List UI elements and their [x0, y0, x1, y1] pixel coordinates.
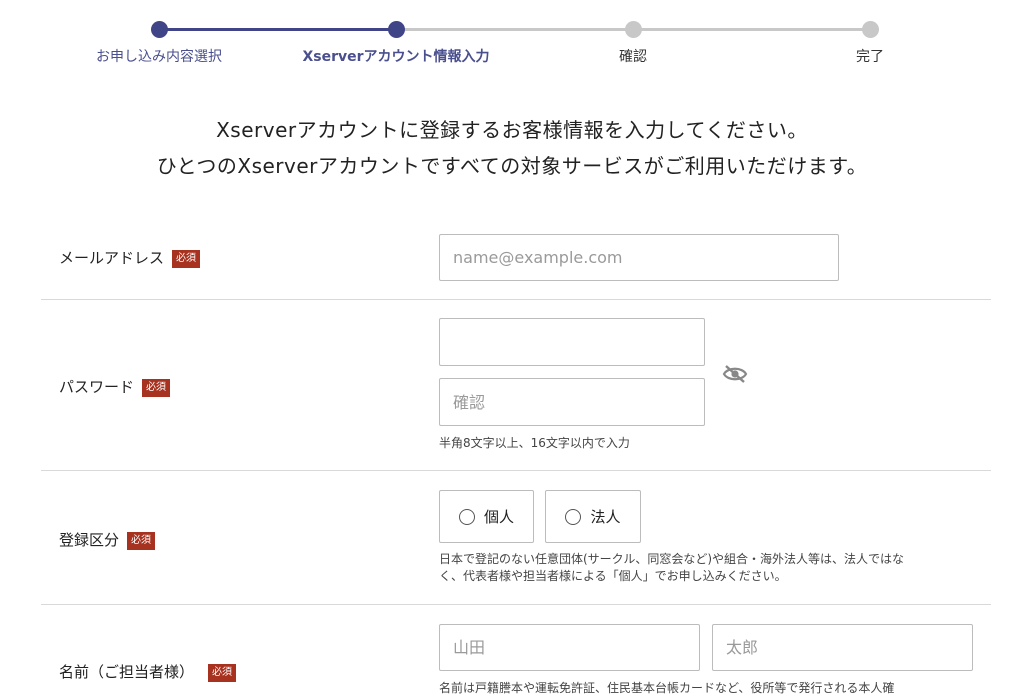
password-label: パスワード 必須: [59, 376, 171, 397]
name-label: 名前（ご担当者様） 必須: [59, 661, 237, 682]
radio-corporate[interactable]: 法人: [545, 490, 641, 543]
step-label-1: お申し込み内容選択: [96, 49, 222, 65]
required-badge: 必須: [142, 378, 171, 397]
step-dot-2: [388, 21, 405, 38]
name-hint: 名前は戸籍謄本や運転免許証、住民基本台帳カードなど、役所等で発行される本人確: [439, 681, 895, 695]
stepper-line-done: [159, 28, 396, 31]
radio-individual-label: 個人: [483, 508, 514, 526]
step-label-3: 確認: [619, 49, 647, 65]
progress-stepper: お申し込み内容選択 Xserverアカウント情報入力 確認 完了: [0, 0, 1024, 80]
step-dot-3: [625, 21, 642, 38]
first-name-field[interactable]: [712, 624, 973, 671]
intro-line-2: ひとつのXserverアカウントですべての対象サービスがご利用いただけます。: [156, 154, 868, 178]
intro-text: Xserverアカウントに登録するお客様情報を入力してください。 ひとつのXse…: [0, 112, 1024, 184]
step-label-4: 完了: [856, 49, 884, 65]
last-name-field[interactable]: [439, 624, 700, 671]
step-label-2: Xserverアカウント情報入力: [302, 49, 490, 65]
email-field[interactable]: [439, 234, 839, 281]
password-hint: 半角8文字以上、16文字以内で入力: [439, 436, 630, 450]
name-label-text: 名前（ご担当者様）: [59, 663, 195, 681]
required-badge: 必須: [127, 531, 156, 550]
registration-type-hint-line-1: 日本で登記のない任意団体(サークル、同窓会など)や組合・海外法人等は、法人ではな: [439, 552, 905, 566]
registration-type-label-text: 登録区分: [59, 531, 120, 549]
registration-type-hint: 日本で登記のない任意団体(サークル、同窓会など)や組合・海外法人等は、法人ではな…: [439, 551, 904, 585]
password-field[interactable]: [439, 318, 705, 366]
divider: [41, 299, 991, 300]
radio-circle-icon: [565, 508, 582, 525]
divider: [41, 604, 991, 605]
password-label-text: パスワード: [59, 378, 135, 396]
required-badge: 必須: [208, 663, 237, 682]
intro-line-1: Xserverアカウントに登録するお客様情報を入力してください。: [216, 118, 808, 142]
radio-corporate-label: 法人: [590, 508, 621, 526]
email-label: メールアドレス 必須: [59, 247, 201, 268]
radio-individual[interactable]: 個人: [439, 490, 534, 543]
required-badge: 必須: [172, 249, 201, 268]
step-dot-1: [151, 21, 168, 38]
password-confirm-field[interactable]: [439, 378, 705, 426]
step-dot-4: [862, 21, 879, 38]
divider: [41, 470, 991, 471]
eye-slash-icon[interactable]: [722, 363, 748, 385]
email-label-text: メールアドレス: [59, 249, 165, 267]
registration-type-label: 登録区分 必須: [59, 529, 156, 550]
radio-circle-icon: [458, 508, 475, 525]
registration-type-hint-line-2: く、代表者様や担当者様による「個人」でお申し込みください。: [439, 569, 787, 583]
